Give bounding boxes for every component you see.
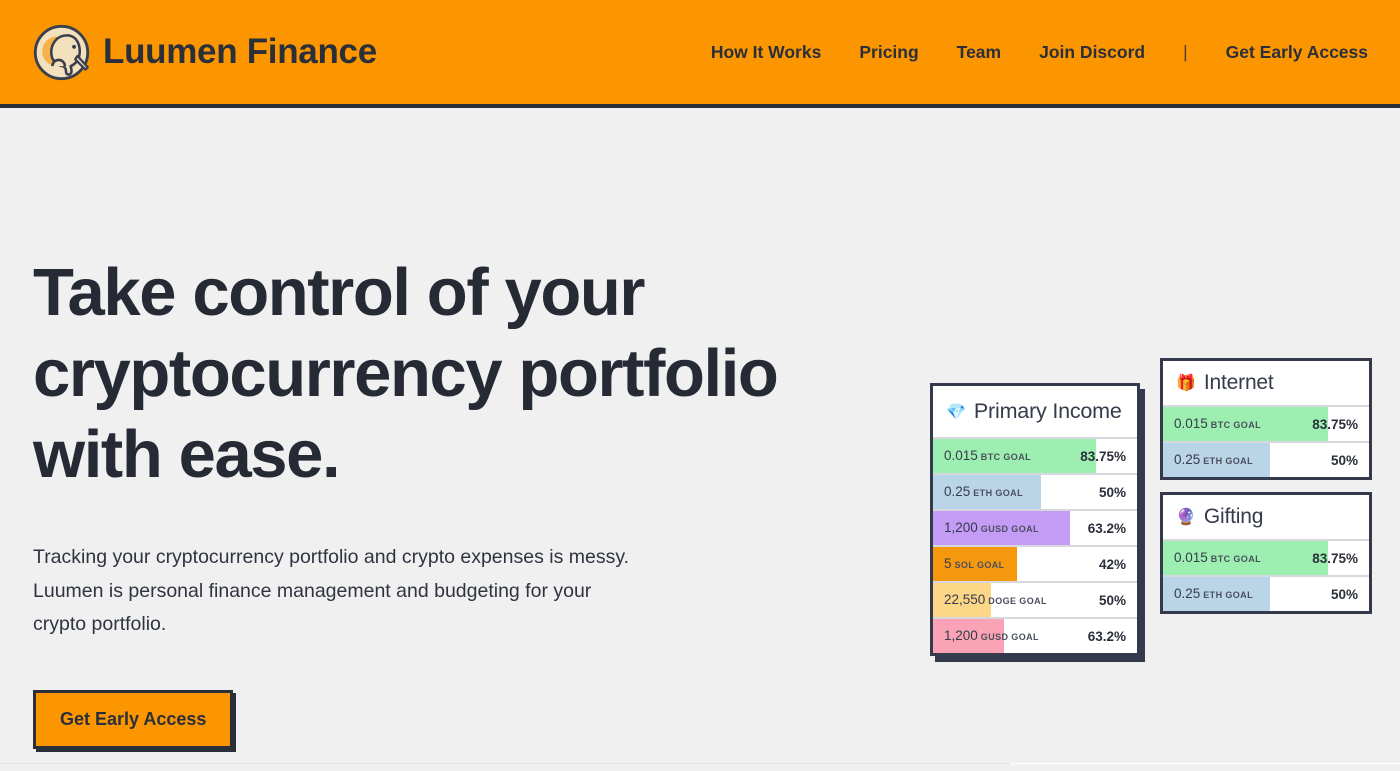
card-header: 🎁 Internet bbox=[1163, 361, 1369, 407]
goal-label: 0.015 BTC GOAL bbox=[1174, 415, 1261, 433]
goal-row[interactable]: 0.25 ETH GOAL 50% bbox=[1163, 443, 1369, 477]
goal-percent: 42% bbox=[1098, 556, 1126, 572]
goal-row[interactable]: 0.25 ETH GOAL 50% bbox=[933, 475, 1137, 511]
nav-link-get-early-access[interactable]: Get Early Access bbox=[1226, 42, 1368, 63]
goal-unit: ETH GOAL bbox=[973, 488, 1023, 498]
brand-name: Luumen Finance bbox=[103, 32, 377, 71]
goal-label: 0.015 BTC GOAL bbox=[944, 447, 1031, 465]
main-nav: How It Works Pricing Team Join Discord |… bbox=[711, 42, 1368, 63]
nav-link-join-discord[interactable]: Join Discord bbox=[1039, 42, 1145, 63]
goal-amount: 0.25 bbox=[1174, 452, 1201, 467]
goal-percent: 83.75% bbox=[1312, 416, 1358, 432]
goal-label: 5 SOL GOAL bbox=[944, 555, 1005, 573]
wrapped-gift-icon: 🎁 bbox=[1176, 373, 1196, 392]
goal-percent: 83.75% bbox=[1312, 550, 1358, 566]
goal-row[interactable]: 1,200 GUSD GOAL 63.2% bbox=[933, 511, 1137, 547]
goal-unit: BTC GOAL bbox=[980, 452, 1031, 462]
goal-percent: 50% bbox=[1330, 452, 1358, 468]
card-gifting[interactable]: 🔮 Gifting 0.015 BTC GOAL 83.75% 0.25 ETH GOAL 5… bbox=[1160, 492, 1372, 614]
brand-logo[interactable]: Luumen Finance bbox=[33, 24, 377, 81]
goal-unit: DOGE GOAL bbox=[988, 596, 1047, 606]
goal-label: 1,200 GUSD GOAL bbox=[944, 519, 1039, 537]
get-early-access-button[interactable]: Get Early Access bbox=[33, 689, 234, 749]
goal-unit: BTC GOAL bbox=[1210, 554, 1261, 564]
goal-amount: 0.25 bbox=[1174, 586, 1201, 601]
card-title: Internet bbox=[1203, 371, 1274, 394]
goal-unit: ETH GOAL bbox=[1203, 590, 1253, 600]
dashboard-cards-illustration: 💎 Primary Income 0.015 BTC GOAL 83.75% 0.25 ET… bbox=[900, 350, 1400, 670]
goal-unit: GUSD GOAL bbox=[980, 632, 1039, 642]
goal-label: 1,200 GUSD GOAL bbox=[944, 627, 1039, 645]
goal-row[interactable]: 0.015 BTC GOAL 83.75% bbox=[1163, 407, 1369, 443]
nav-separator: | bbox=[1183, 41, 1188, 62]
goal-unit: GUSD GOAL bbox=[980, 524, 1039, 534]
goal-amount: 1,200 bbox=[944, 520, 978, 535]
hero-subcopy: Tracking your cryptocurrency portfolio a… bbox=[33, 546, 630, 635]
goal-amount: 0.25 bbox=[944, 484, 971, 499]
goal-label: 0.25 ETH GOAL bbox=[944, 483, 1023, 501]
goal-percent: 63.2% bbox=[1087, 520, 1126, 536]
goal-percent: 83.75% bbox=[1080, 448, 1126, 464]
nav-link-how-it-works[interactable]: How It Works bbox=[711, 42, 822, 63]
gem-stone-icon: 💎 bbox=[946, 401, 966, 421]
site-header: Luumen Finance How It Works Pricing Team… bbox=[0, 0, 1400, 108]
goal-row[interactable]: 5 SOL GOAL 42% bbox=[933, 547, 1137, 583]
goal-amount: 0.015 bbox=[944, 448, 978, 463]
hero-section: Take control of your cryptocurrency port… bbox=[33, 252, 863, 749]
goal-percent: 50% bbox=[1098, 592, 1126, 608]
goal-unit: ETH GOAL bbox=[1203, 456, 1253, 466]
goal-label: 0.25 ETH GOAL bbox=[1174, 451, 1253, 469]
goal-amount: 0.015 bbox=[1174, 550, 1208, 565]
goal-percent: 50% bbox=[1330, 586, 1358, 602]
card-header: 🔮 Gifting bbox=[1163, 495, 1369, 541]
goal-row[interactable]: 0.015 BTC GOAL 83.75% bbox=[933, 439, 1137, 475]
card-primary-income[interactable]: 💎 Primary Income 0.015 BTC GOAL 83.75% 0.25 ET… bbox=[930, 383, 1140, 656]
nav-link-team[interactable]: Team bbox=[957, 42, 1001, 63]
goal-row[interactable]: 22,550 DOGE GOAL 50% bbox=[933, 583, 1137, 619]
goal-percent: 63.2% bbox=[1087, 628, 1126, 644]
crystal-ball-icon: 🔮 bbox=[1176, 507, 1196, 526]
goal-label: 0.015 BTC GOAL bbox=[1174, 549, 1261, 567]
goal-unit: BTC GOAL bbox=[1210, 420, 1261, 430]
card-internet[interactable]: 🎁 Internet 0.015 BTC GOAL 83.75% 0.25 ETH GOAL… bbox=[1160, 358, 1372, 480]
goal-label: 0.25 ETH GOAL bbox=[1174, 585, 1253, 603]
card-header: 💎 Primary Income bbox=[933, 386, 1137, 439]
goal-amount: 5 bbox=[944, 556, 952, 571]
page-bottom-divider-2 bbox=[1010, 763, 1400, 764]
goal-amount: 1,200 bbox=[944, 628, 978, 643]
goal-amount: 22,550 bbox=[944, 592, 986, 607]
card-title: Primary Income bbox=[973, 399, 1122, 423]
nav-link-pricing[interactable]: Pricing bbox=[859, 42, 918, 63]
goal-row[interactable]: 1,200 GUSD GOAL 63.2% bbox=[933, 619, 1137, 653]
goal-percent: 50% bbox=[1098, 484, 1126, 500]
card-title: Gifting bbox=[1203, 505, 1264, 528]
goal-label: 22,550 DOGE GOAL bbox=[944, 591, 1047, 609]
goal-row[interactable]: 0.015 BTC GOAL 83.75% bbox=[1163, 541, 1369, 577]
goal-unit: SOL GOAL bbox=[954, 560, 1005, 570]
goal-amount: 0.015 bbox=[1174, 416, 1208, 431]
kiwi-bird-logo-icon bbox=[33, 24, 90, 80]
goal-row[interactable]: 0.25 ETH GOAL 50% bbox=[1163, 577, 1369, 611]
page-title: Take control of your cryptocurrency port… bbox=[33, 255, 779, 492]
